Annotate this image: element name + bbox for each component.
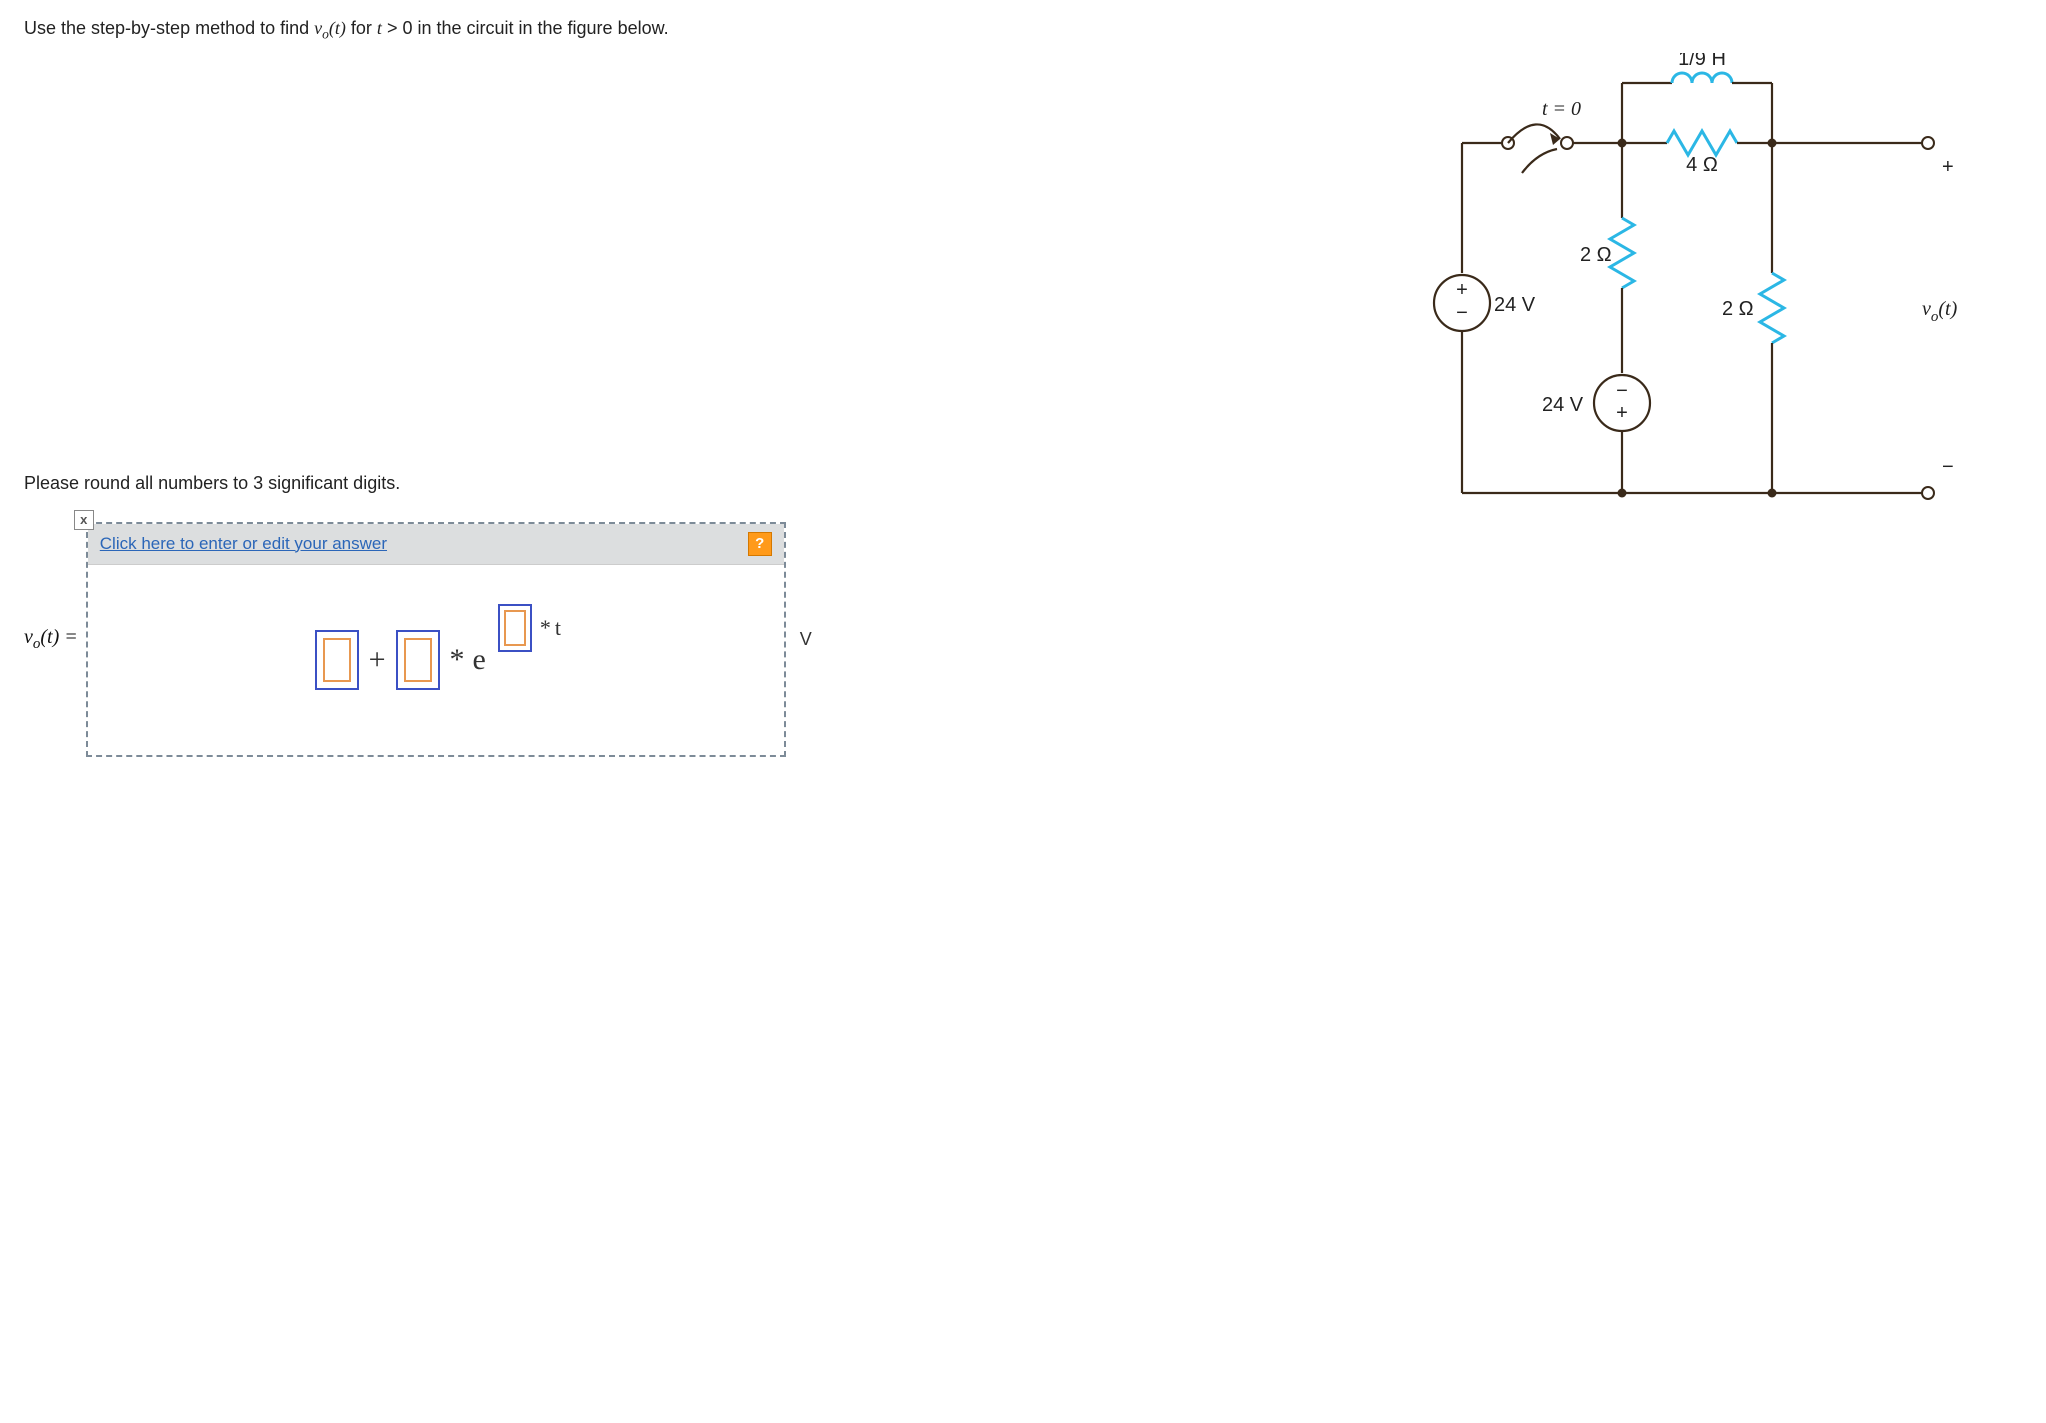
label-vsource-mid: 24 V <box>1542 394 1584 416</box>
label-r2b: 2 Ω <box>1722 298 1754 320</box>
const-e: e <box>473 643 486 677</box>
vo-minus: − <box>1942 456 1954 478</box>
input-slot-amplitude[interactable] <box>396 630 440 690</box>
svg-text:+: + <box>1616 402 1628 424</box>
svg-text:+: + <box>1456 279 1468 301</box>
circuit-diagram: + − 24 V t = 0 1/9 H <box>1422 53 1982 538</box>
svg-text:vo(t): vo(t) <box>1922 298 1958 325</box>
expression-template: + * e * t <box>88 565 784 755</box>
op-times-2: * <box>540 615 551 641</box>
edit-answer-link[interactable]: Click here to enter or edit your answer <box>100 534 387 554</box>
question-text: Use the step-by-step method to find vo(t… <box>24 18 2022 43</box>
svg-text:−: − <box>1456 302 1468 324</box>
var-t: t <box>555 615 561 641</box>
vo-plus: + <box>1942 156 1954 178</box>
q-var: v <box>314 18 322 38</box>
ans-arg: (t) = <box>40 626 77 648</box>
label-inductor: 1/9 H <box>1678 53 1726 70</box>
op-times-1: * <box>450 643 465 677</box>
label-r2a: 2 Ω <box>1580 244 1612 266</box>
input-slot-constant[interactable] <box>315 630 359 690</box>
svg-text:−: − <box>1616 380 1628 402</box>
label-vsource-left: 24 V <box>1494 294 1536 316</box>
vo-arg: (t) <box>1938 298 1957 320</box>
answer-label: vo(t) = <box>24 626 78 653</box>
q-prefix: Use the step-by-step method to find <box>24 18 314 38</box>
help-icon[interactable]: ? <box>748 532 772 556</box>
ans-var: v <box>24 626 33 648</box>
answer-input-container[interactable]: x Click here to enter or edit your answe… <box>86 522 786 757</box>
label-switch: t = 0 <box>1542 98 1581 120</box>
op-plus: + <box>369 643 386 677</box>
label-r4: 4 Ω <box>1686 154 1718 176</box>
unit-volts: V <box>800 629 812 650</box>
answer-header: Click here to enter or edit your answer … <box>88 524 784 565</box>
vo-var: v <box>1922 298 1931 320</box>
q-mid: for <box>346 18 377 38</box>
q-arg: (t) <box>329 18 346 38</box>
input-slot-exponent[interactable] <box>498 604 532 652</box>
q-cond: > 0 in the circuit in the figure below. <box>382 18 669 38</box>
close-icon[interactable]: x <box>74 510 94 530</box>
rounding-instruction: Please round all numbers to 3 significan… <box>24 473 1382 494</box>
q-sub: o <box>322 27 329 42</box>
